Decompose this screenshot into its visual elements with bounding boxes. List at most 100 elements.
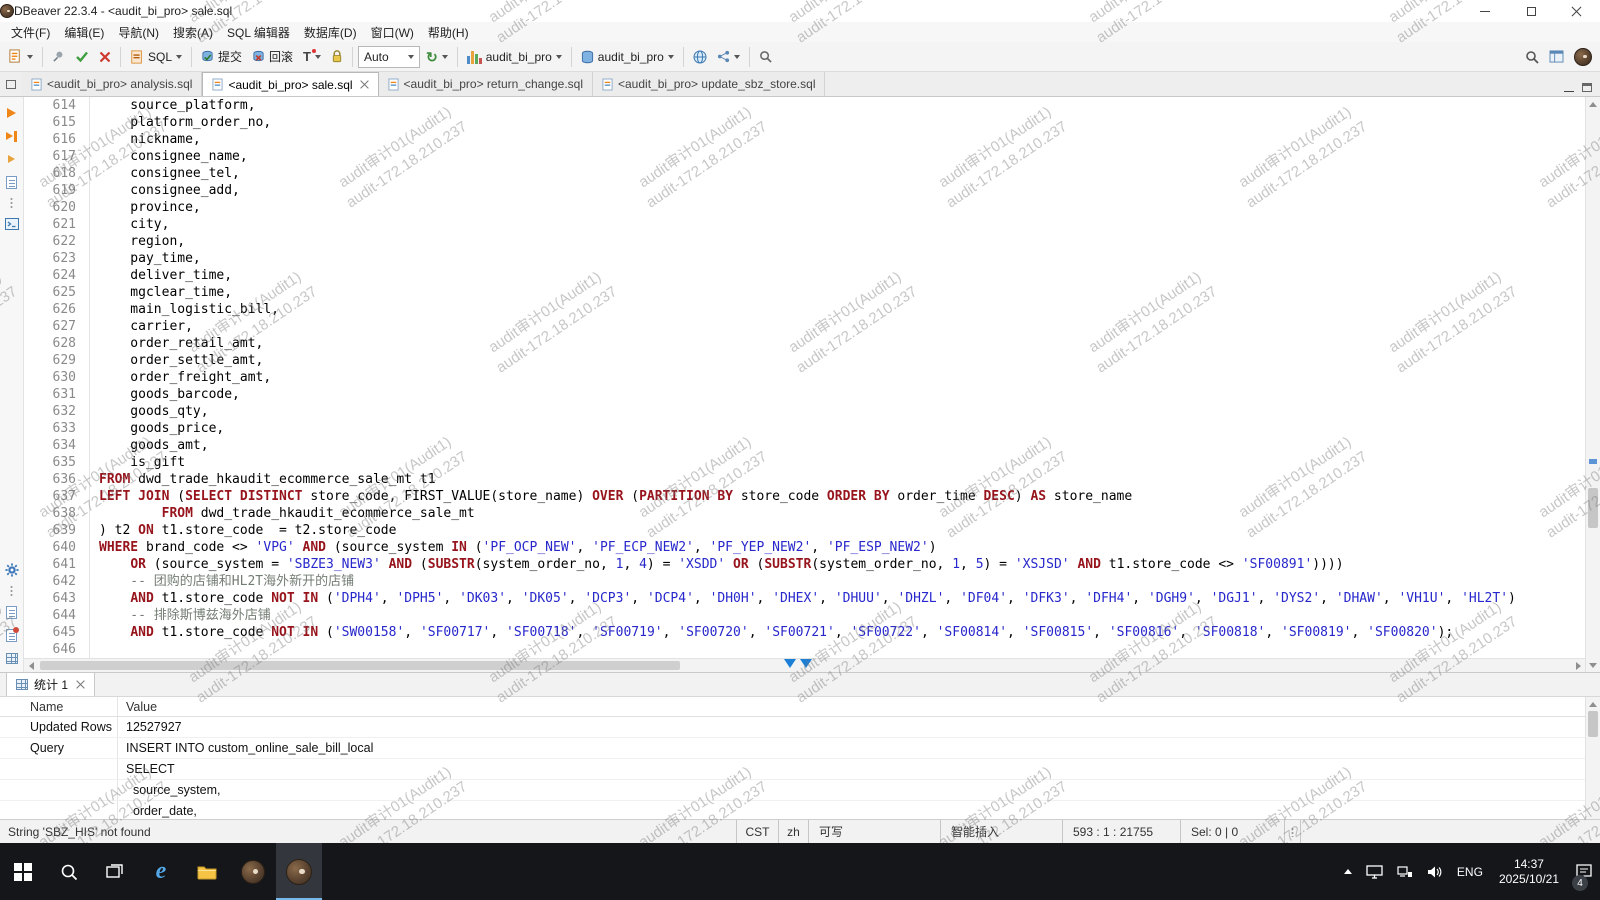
output-console-button[interactable] — [3, 216, 21, 232]
execute-script-button[interactable] — [3, 128, 21, 144]
close-tab-icon[interactable] — [76, 680, 85, 689]
execute-sql-button[interactable] — [3, 105, 21, 121]
database-selector[interactable]: audit_bi_pro — [463, 45, 566, 69]
minimize-view-icon[interactable] — [1564, 91, 1574, 92]
code-line: 622 region, — [24, 233, 1585, 250]
input-language-button[interactable]: ENG — [1450, 843, 1490, 900]
tray-volume-button[interactable] — [1420, 843, 1450, 900]
auto-commit-combo[interactable]: Auto — [358, 46, 420, 68]
show-hidden-icons-button[interactable] — [1337, 843, 1359, 900]
scroll-up-icon[interactable] — [1586, 97, 1600, 111]
maximize-view-icon[interactable] — [1582, 83, 1592, 92]
tab-update-sbz-store-sql[interactable]: <audit_bi_pro> update_sbz_store.sql — [593, 72, 825, 96]
dbeaver-taskbar-button-active[interactable] — [276, 843, 322, 900]
results-scroll-thumb[interactable] — [1588, 711, 1598, 737]
row-value-cell: INSERT INTO custom_online_sale_bill_loca… — [118, 741, 1585, 755]
task-view-button[interactable] — [92, 843, 138, 900]
menu-edit[interactable]: 编辑(E) — [57, 22, 111, 43]
start-button[interactable] — [0, 843, 46, 900]
perspective-button[interactable] — [1545, 45, 1568, 69]
sql-editor-dropdown[interactable]: SQL — [126, 45, 186, 69]
statistics-table: Name Value Updated Rows12527927QueryINSE… — [0, 697, 1585, 819]
table-row[interactable]: QueryINSERT INTO custom_online_sale_bill… — [0, 738, 1585, 759]
grid-view-button[interactable] — [3, 650, 21, 666]
close-tab-icon[interactable] — [360, 80, 369, 89]
vscroll-thumb[interactable] — [1588, 488, 1598, 528]
tab-return-change-sql[interactable]: <audit_bi_pro> return_change.sql — [379, 72, 593, 96]
tab-sale-sql[interactable]: <audit_bi_pro> sale.sql — [202, 72, 378, 96]
pin-connection-button[interactable] — [48, 45, 69, 69]
chevron-down-icon — [176, 55, 182, 59]
commit-button[interactable]: 提交 — [197, 45, 246, 69]
editor-settings-button[interactable] — [3, 562, 21, 578]
line-number: 614 — [24, 97, 90, 114]
auto-commit-value: Auto — [364, 50, 389, 64]
code-line: 630 order_freight_amt, — [24, 369, 1585, 386]
menu-help[interactable]: 帮助(H) — [421, 22, 476, 43]
table-row[interactable]: source_system, — [0, 780, 1585, 801]
table-row[interactable]: Updated Rows12527927 — [0, 717, 1585, 738]
action-center-button[interactable]: 4 — [1568, 843, 1600, 900]
table-row[interactable]: order_date, — [0, 801, 1585, 819]
column-header-value[interactable]: Value — [118, 700, 1585, 714]
menu-navigate[interactable]: 导航(N) — [111, 22, 166, 43]
menu-file[interactable]: 文件(F) — [4, 22, 57, 43]
search-icon — [759, 50, 772, 63]
minimize-button[interactable] — [1462, 0, 1508, 22]
taskbar-clock[interactable]: 14:37 2025/10/21 — [1490, 843, 1568, 900]
menu-database[interactable]: 数据库(D) — [297, 22, 364, 43]
internet-explorer-button[interactable]: e — [138, 843, 184, 900]
taskbar-search-button[interactable] — [46, 843, 92, 900]
status-insert-mode[interactable]: 智能插入 — [940, 820, 1062, 843]
next-annotation-arrows[interactable] — [784, 659, 812, 668]
tab-analysis-sql[interactable]: <audit_bi_pro> analysis.sql — [22, 72, 202, 96]
export-from-query-button[interactable] — [3, 174, 21, 190]
scroll-right-icon[interactable] — [1571, 659, 1585, 673]
database-selector-value: audit_bi_pro — [486, 50, 552, 64]
script-document-button[interactable] — [3, 604, 21, 620]
status-overflow-grip[interactable] — [1284, 820, 1300, 843]
tray-network-button[interactable] — [1390, 843, 1420, 900]
code-line: 628 order_retail_amt, — [24, 335, 1585, 352]
new-sql-editor-button[interactable] — [4, 45, 37, 69]
restore-editors-button[interactable] — [0, 72, 22, 96]
statistics-tab[interactable]: 统计 1 — [6, 672, 95, 696]
search-dropdown[interactable] — [755, 45, 776, 69]
scroll-left-icon[interactable] — [24, 659, 38, 673]
code-line: 645 AND t1.store_code NOT IN ('SW00158',… — [24, 624, 1585, 641]
rollback-button[interactable]: 回滚 — [248, 45, 297, 69]
file-explorer-button[interactable] — [184, 843, 230, 900]
share-dropdown[interactable] — [713, 45, 744, 69]
lock-button[interactable] — [327, 45, 347, 69]
commit-check-button[interactable] — [71, 45, 93, 69]
menu-window[interactable]: 窗口(W) — [364, 22, 421, 43]
close-button[interactable] — [1554, 0, 1600, 22]
transaction-log-dropdown[interactable]: ↻ — [422, 45, 452, 69]
menu-search[interactable]: 搜索(A) — [166, 22, 220, 43]
rollback-cross-button[interactable] — [95, 45, 115, 69]
table-row[interactable]: SELECT — [0, 759, 1585, 780]
menu-sql-editor[interactable]: SQL 编辑器 — [220, 22, 297, 43]
status-caret-position[interactable]: 593 : 1 : 21755 — [1062, 820, 1180, 843]
quick-access-search-button[interactable] — [1521, 45, 1543, 69]
dbeaver-taskbar-button[interactable] — [230, 843, 276, 900]
line-number: 622 — [24, 233, 90, 250]
maximize-button[interactable] — [1508, 0, 1554, 22]
horizontal-scrollbar[interactable] — [24, 658, 1585, 672]
vertical-scrollbar[interactable] — [1585, 97, 1600, 672]
hscroll-thumb[interactable] — [40, 661, 680, 670]
code-line: 636FROM dwd_trade_hkaudit_ecommerce_sale… — [24, 471, 1585, 488]
dbeaver-logo[interactable] — [1574, 48, 1592, 66]
web-button[interactable] — [689, 45, 711, 69]
play-icon — [7, 108, 16, 118]
transaction-mode-dropdown[interactable]: T — [299, 45, 325, 69]
execute-statement-button[interactable] — [3, 151, 21, 167]
results-scrollbar[interactable] — [1585, 697, 1600, 819]
schema-selector[interactable]: audit_bi_pro — [577, 45, 678, 69]
tray-display-button[interactable] — [1359, 843, 1390, 900]
code-area[interactable]: 614 source_platform,615 platform_order_n… — [24, 97, 1585, 658]
column-header-name[interactable]: Name — [0, 697, 118, 716]
scroll-up-icon[interactable] — [1586, 697, 1600, 711]
scroll-down-icon[interactable] — [1586, 658, 1600, 672]
script-document-modified-button[interactable] — [3, 627, 21, 643]
